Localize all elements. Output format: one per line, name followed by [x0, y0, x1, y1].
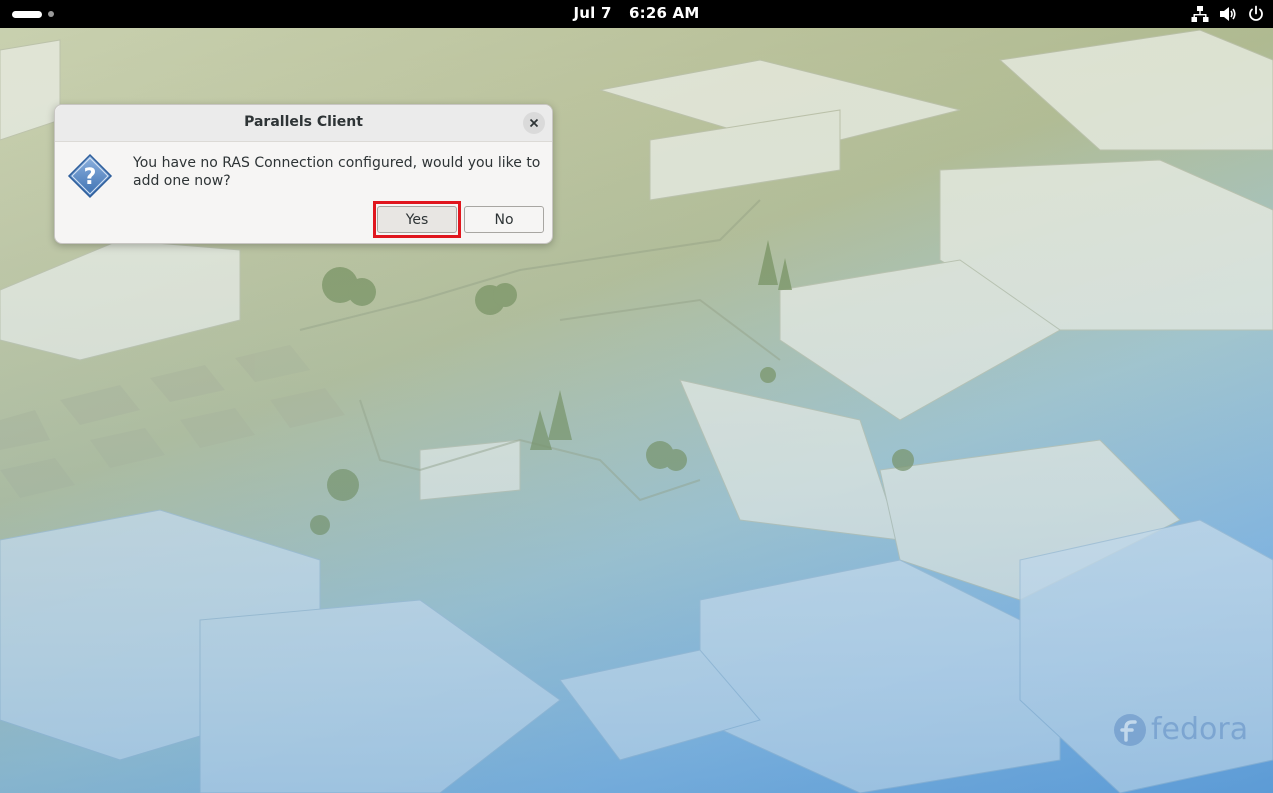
fedora-logo-icon — [1114, 713, 1146, 746]
close-button[interactable] — [523, 112, 545, 134]
dialog-message: You have no RAS Connection configured, w… — [133, 155, 541, 189]
dialog-header: Parallels Client — [55, 105, 552, 142]
no-button[interactable]: No — [464, 206, 544, 233]
question-icon: ? — [67, 153, 113, 199]
power-icon[interactable] — [1247, 5, 1265, 23]
svg-text:?: ? — [84, 165, 97, 190]
close-icon — [529, 118, 539, 128]
clock-date: Jul 7 — [573, 4, 612, 22]
fedora-wordmark: fedora — [1151, 712, 1249, 747]
desktop: Jul 7 6:26 AM Parallels Client ? You hav… — [0, 0, 1273, 793]
network-icon[interactable] — [1191, 5, 1209, 23]
yes-button[interactable]: Yes — [377, 206, 457, 233]
top-bar: Jul 7 6:26 AM — [0, 0, 1273, 28]
volume-icon[interactable] — [1219, 5, 1237, 23]
system-tray[interactable] — [1191, 4, 1265, 24]
parallels-client-dialog: Parallels Client ? You have no RAS Conne… — [54, 104, 553, 244]
fedora-watermark: fedora — [1113, 712, 1248, 747]
clock-time: 6:26 AM — [629, 4, 700, 22]
clock[interactable]: Jul 7 6:26 AM — [0, 4, 1273, 22]
dialog-title: Parallels Client — [244, 114, 363, 130]
